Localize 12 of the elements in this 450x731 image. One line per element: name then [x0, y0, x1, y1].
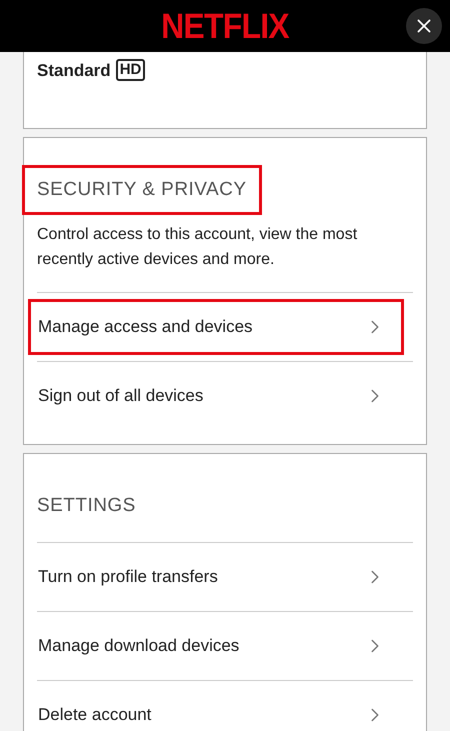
hd-badge: HD — [116, 59, 146, 81]
section-title: SECURITY & PRIVACY — [22, 164, 262, 216]
plan-name: Standard — [37, 60, 111, 82]
menu-row[interactable]: Manage download devices — [28, 618, 404, 674]
section-title: SETTINGS — [36, 494, 137, 518]
menu-row[interactable]: Turn on profile transfers — [28, 549, 404, 605]
close-button[interactable] — [406, 8, 442, 44]
section-description: Control access to this account, view the most recently active devices and more. — [37, 225, 358, 270]
menu-row[interactable]: Sign out of all devices — [28, 368, 404, 424]
menu-row[interactable]: Delete account — [28, 687, 404, 731]
logo: NETFLIX — [161, 8, 289, 44]
menu-row[interactable]: Manage access and devices — [28, 299, 404, 355]
